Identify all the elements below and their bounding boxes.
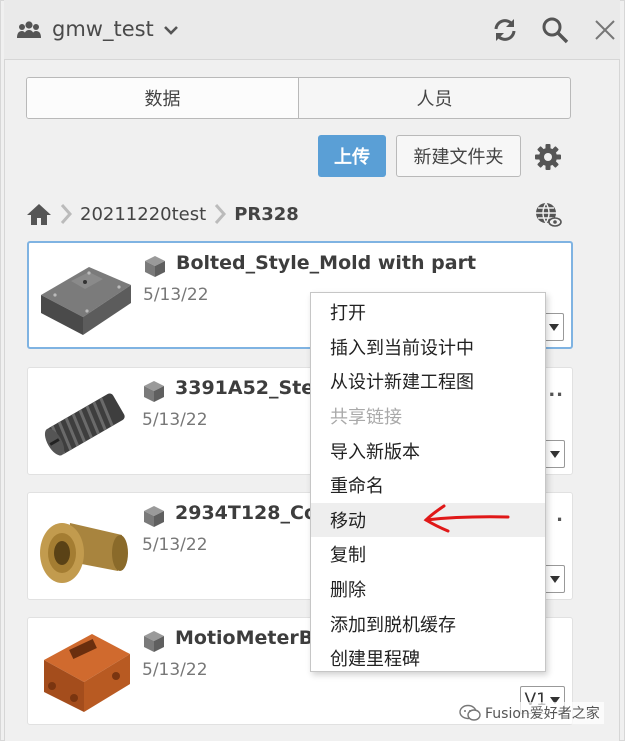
annotation-arrow-icon xyxy=(423,504,510,533)
chevron-down-icon xyxy=(549,324,559,331)
tab-data[interactable]: 数据 xyxy=(27,78,298,118)
menu-item-share-link: 共享链接 xyxy=(330,407,402,429)
file-date: 5/13/22 xyxy=(142,660,208,680)
panel-header: gmw_test xyxy=(4,0,620,60)
breadcrumb-item-folder: PR328 xyxy=(234,203,299,225)
menu-item-open[interactable]: 打开 xyxy=(311,295,545,330)
chevron-down-icon xyxy=(550,576,560,583)
chevron-right-icon xyxy=(60,204,73,224)
people-icon[interactable] xyxy=(16,20,42,40)
menu-item-delete[interactable]: 删除 xyxy=(311,572,545,607)
file-name[interactable]: 3391A52_Stee xyxy=(175,377,327,399)
new-folder-button[interactable]: 新建文件夹 xyxy=(396,135,521,177)
breadcrumb: 20211220test PR328 xyxy=(26,198,299,230)
file-date: 5/13/22 xyxy=(142,410,208,430)
menu-item-milestone[interactable]: 创建里程碑 xyxy=(311,641,545,676)
model-thumbnail xyxy=(44,634,130,712)
model-thumbnail xyxy=(44,393,125,456)
truncation-ellipsis: .. xyxy=(548,380,564,401)
menu-item-offline-cache[interactable]: 添加到脱机缓存 xyxy=(311,606,545,641)
upload-button[interactable]: 上传 xyxy=(318,135,386,177)
context-menu: 打开 插入到当前设计中 从设计新建工程图 共享链接 导入新版本 重命名 移动 复… xyxy=(310,292,546,672)
design-file-icon xyxy=(144,631,164,652)
file-date: 5/13/22 xyxy=(142,535,208,555)
file-name[interactable]: Bolted_Style_Mold with part xyxy=(176,252,476,274)
menu-item-insert-into-design[interactable]: 插入到当前设计中 xyxy=(311,330,545,365)
tab-people[interactable]: 人员 xyxy=(298,78,570,118)
chevron-down-icon xyxy=(550,451,560,458)
menu-item-new-drawing[interactable]: 从设计新建工程图 xyxy=(311,364,545,399)
design-file-icon xyxy=(144,506,164,527)
file-name[interactable]: MotioMeterBo xyxy=(175,627,326,649)
view-tabs: 数据 人员 xyxy=(26,77,571,119)
design-file-icon xyxy=(144,381,164,402)
menu-item-import-new-version[interactable]: 导入新版本 xyxy=(311,433,545,468)
truncation-ellipsis: . xyxy=(556,505,564,526)
model-thumbnail xyxy=(40,523,128,583)
wechat-icon xyxy=(459,704,481,721)
workspace-name[interactable]: gmw_test xyxy=(52,17,154,41)
search-icon[interactable] xyxy=(540,15,570,45)
chevron-right-icon xyxy=(215,204,227,224)
file-date: 5/13/22 xyxy=(143,285,209,305)
home-icon[interactable] xyxy=(26,202,52,226)
file-name[interactable]: 2934T128_Cor xyxy=(175,502,326,524)
refresh-icon[interactable] xyxy=(490,15,520,45)
chevron-down-icon[interactable] xyxy=(161,20,181,40)
design-file-icon xyxy=(145,256,165,277)
gear-icon[interactable] xyxy=(533,142,563,172)
breadcrumb-item-project[interactable]: 20211220test xyxy=(80,204,206,225)
menu-item-rename[interactable]: 重命名 xyxy=(311,468,545,503)
model-thumbnail xyxy=(41,267,131,335)
watermark-text: Fusion爱好者之家 xyxy=(485,706,600,722)
close-icon[interactable] xyxy=(590,15,620,45)
menu-item-copy[interactable]: 复制 xyxy=(311,537,545,572)
watermark: Fusion爱好者之家 xyxy=(455,702,604,724)
globe-icon[interactable] xyxy=(533,200,563,230)
